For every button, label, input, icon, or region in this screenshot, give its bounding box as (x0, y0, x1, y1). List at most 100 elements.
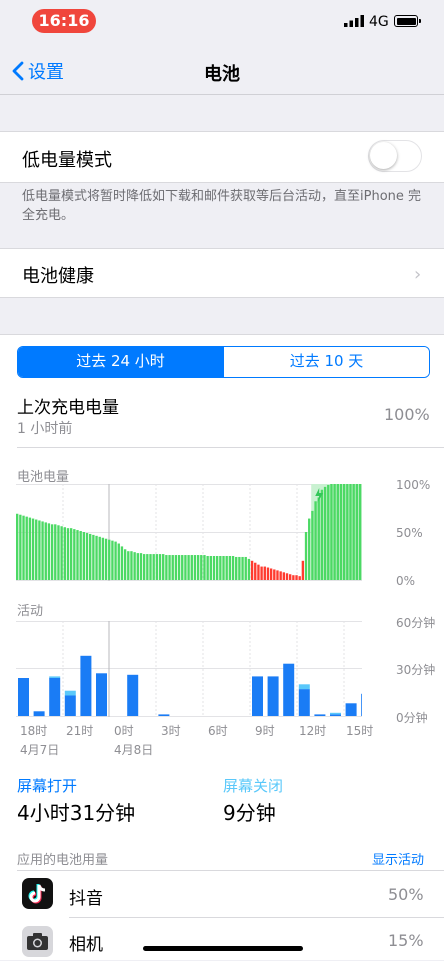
show-activity-button[interactable]: 显示活动 (372, 849, 424, 868)
battery-bar (244, 556, 247, 580)
battery-bar (47, 523, 51, 580)
battery-bar (342, 484, 346, 580)
battery-bar (89, 533, 92, 580)
activity-y-0: 0分钟 (396, 711, 428, 725)
battery-bar (57, 525, 60, 580)
screen-on-bar (18, 678, 29, 716)
battery-bar (136, 553, 139, 580)
app-name: 相机 (69, 935, 103, 955)
battery-bar (174, 555, 178, 580)
low-power-toggle[interactable] (368, 140, 422, 172)
battery-bar (323, 486, 327, 580)
battery-health-row[interactable]: 电池健康 (0, 249, 444, 297)
battery-bar (238, 556, 241, 580)
battery-bar (215, 556, 219, 580)
battery-bar (235, 556, 238, 580)
screen-on-value: 4小时31分钟 (17, 801, 136, 825)
battery-bar (31, 518, 35, 580)
segment-10d[interactable]: 过去 10 天 (223, 347, 429, 377)
app-usage-header: 应用的电池用量 (17, 853, 109, 868)
app-name: 抖音 (69, 889, 103, 909)
douyin-icon (22, 878, 53, 909)
battery-bar (44, 522, 47, 580)
battery-bar (279, 571, 282, 580)
battery-bar (301, 560, 305, 580)
activity-chart (16, 621, 362, 717)
last-charge-time: 1 小时前 (17, 421, 73, 437)
battery-bar (171, 555, 174, 580)
date-label-apr7: 4月7日 (20, 743, 60, 757)
battery-level-chart (16, 484, 362, 581)
battery-bar (320, 489, 324, 580)
battery-bar (241, 556, 244, 580)
screen-on-label: 屏幕打开 (17, 777, 78, 795)
battery-bar (263, 566, 266, 580)
battery-bar (73, 529, 76, 580)
battery-y-50: 50% (396, 526, 423, 540)
battery-bar (247, 558, 251, 580)
x-label-12: 12时 (299, 724, 327, 738)
battery-bar (79, 531, 82, 580)
screen-on-bar (33, 711, 45, 717)
battery-bar (123, 549, 127, 580)
battery-bar (358, 484, 362, 580)
battery-bar (117, 543, 120, 580)
battery-bar (95, 535, 98, 580)
segment-24h[interactable]: 过去 24 小时 (18, 347, 223, 377)
screen-on-bar (345, 703, 357, 716)
battery-bar (349, 484, 352, 580)
screen-on-bar (64, 695, 76, 716)
battery-bar (355, 484, 359, 580)
battery-bar (269, 568, 273, 580)
activity-y-60: 60分钟 (396, 616, 436, 630)
battery-bar (98, 536, 101, 580)
battery-bar (254, 562, 257, 580)
screen-off-label: 屏幕关闭 (223, 777, 284, 795)
battery-bar (50, 524, 54, 580)
battery-bar (69, 528, 73, 580)
battery-y-0: 0% (396, 574, 416, 588)
battery-health-label: 电池健康 (22, 266, 94, 287)
battery-bar (168, 555, 171, 580)
battery-bar (193, 555, 197, 580)
screen-on-bar (330, 714, 341, 716)
battery-bar (336, 484, 339, 580)
battery-bar (114, 541, 117, 580)
battery-bar (162, 554, 165, 580)
battery-bar (333, 484, 336, 580)
chevron-right-icon: › (414, 264, 422, 285)
battery-bar (133, 552, 136, 580)
battery-bar (130, 551, 133, 580)
x-label-9: 9时 (255, 724, 275, 738)
x-label-3: 3时 (161, 724, 181, 738)
battery-bar (149, 554, 152, 580)
signal-icon (344, 15, 364, 27)
battery-bar (352, 484, 355, 580)
x-label-15: 15时 (346, 724, 374, 738)
battery-y-100: 100% (396, 478, 431, 492)
battery-bar (181, 555, 184, 580)
battery-bar (225, 556, 228, 580)
battery-bar (85, 532, 89, 580)
battery-bar (101, 537, 105, 580)
divider (17, 447, 444, 448)
x-label-0: 0时 (114, 724, 134, 738)
battery-bar (250, 560, 254, 580)
battery-bar (273, 569, 276, 580)
battery-bar (285, 573, 289, 580)
nav-divider (0, 94, 444, 95)
battery-bar (219, 556, 222, 580)
app-percent: 50% (388, 885, 424, 904)
battery-bar (158, 554, 162, 580)
home-indicator[interactable] (143, 946, 303, 951)
app-row[interactable]: 相机 15% (0, 918, 444, 960)
screen-on-bar (283, 663, 295, 716)
battery-bar (295, 575, 298, 580)
battery-bar (257, 564, 260, 580)
app-row[interactable]: 抖音 50% (0, 871, 444, 917)
low-power-label: 低电量模式 (22, 150, 112, 171)
last-charge-value: 100% (384, 405, 430, 424)
battery-bar (308, 518, 311, 580)
battery-bar (142, 554, 146, 580)
battery-bar (187, 555, 190, 580)
